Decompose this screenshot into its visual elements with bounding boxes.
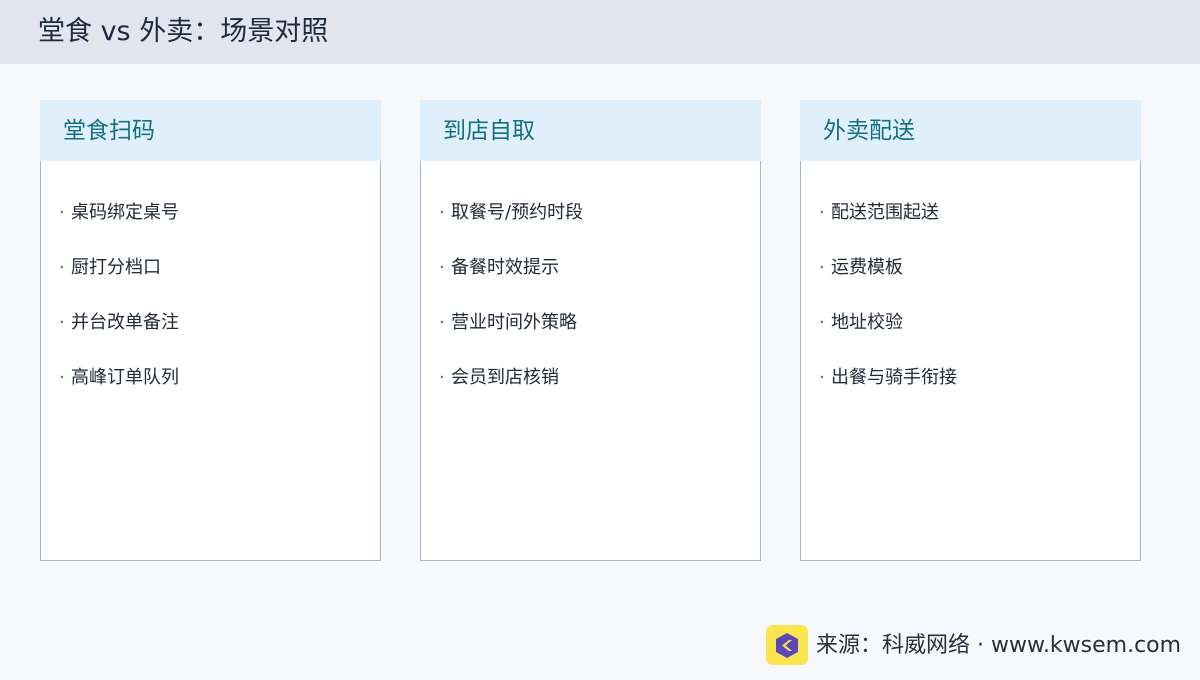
hexagon-k-logo-icon [766,625,808,665]
list-item-text: 高峰订单队列 [71,367,179,388]
list-item-text: 会员到店核销 [451,367,559,388]
list-item: · 桌码绑定桌号 [59,201,179,256]
card-header: 外卖配送 [800,100,1141,161]
list-item: · 出餐与骑手衔接 [819,366,957,421]
list-item-text: 厨打分档口 [71,257,161,278]
card-title: 到店自取 [443,118,535,144]
list-item: · 营业时间外策略 [439,311,583,366]
bullet-dot: · [439,312,445,333]
bullet-dot: · [819,367,825,388]
card-item-list: · 取餐号/预约时段 · 备餐时效提示 · 营业时间外策略 · 会员到店核销 [439,201,583,421]
card-pickup: 到店自取 · 取餐号/预约时段 · 备餐时效提示 · 营业时间外策略 · 会员到店核销 [420,100,761,561]
card-header: 到店自取 [420,100,761,161]
bullet-dot: · [59,312,65,333]
hexagon-logo-mark-icon [776,633,798,658]
list-item-text: 备餐时效提示 [451,257,559,278]
list-item: · 取餐号/预约时段 [439,201,583,256]
header-bar: 堂食 vs 外卖：场景对照 [0,0,1200,64]
list-item: · 配送范围起送 [819,201,957,256]
list-item-text: 营业时间外策略 [451,312,577,333]
list-item-text: 地址校验 [831,312,903,333]
bullet-dot: · [439,257,445,278]
bullet-dot: · [59,367,65,388]
card-title: 外卖配送 [823,118,915,144]
list-item-text: 并台改单备注 [71,312,179,333]
bullet-dot: · [819,202,825,223]
list-item-text: 取餐号/预约时段 [451,202,584,223]
page-title: 堂食 vs 外卖：场景对照 [38,16,329,47]
card-delivery: 外卖配送 · 配送范围起送 · 运费模板 · 地址校验 · 出餐与骑手衔接 [800,100,1141,561]
bullet-dot: · [59,257,65,278]
list-item-text: 运费模板 [831,257,903,278]
source-text: 来源：科威网络 · www.kwsem.com [816,633,1182,658]
list-item: · 厨打分档口 [59,256,179,311]
list-item-text: 桌码绑定桌号 [71,202,179,223]
list-item: · 高峰订单队列 [59,366,179,421]
card-item-list: · 桌码绑定桌号 · 厨打分档口 · 并台改单备注 · 高峰订单队列 [59,201,179,421]
list-item: · 运费模板 [819,256,957,311]
card-title: 堂食扫码 [63,118,155,144]
list-item-text: 出餐与骑手衔接 [831,367,957,388]
bullet-dot: · [819,312,825,333]
bullet-dot: · [439,367,445,388]
bullet-dot: · [819,257,825,278]
card-dine-in: 堂食扫码 · 桌码绑定桌号 · 厨打分档口 · 并台改单备注 · 高峰订单队列 [40,100,381,561]
bullet-dot: · [439,202,445,223]
list-item: · 并台改单备注 [59,311,179,366]
list-item: · 会员到店核销 [439,366,583,421]
card-header: 堂食扫码 [40,100,381,161]
list-item: · 地址校验 [819,311,957,366]
list-item-text: 配送范围起送 [831,202,939,223]
card-item-list: · 配送范围起送 · 运费模板 · 地址校验 · 出餐与骑手衔接 [819,201,957,421]
list-item: · 备餐时效提示 [439,256,583,311]
bullet-dot: · [59,202,65,223]
